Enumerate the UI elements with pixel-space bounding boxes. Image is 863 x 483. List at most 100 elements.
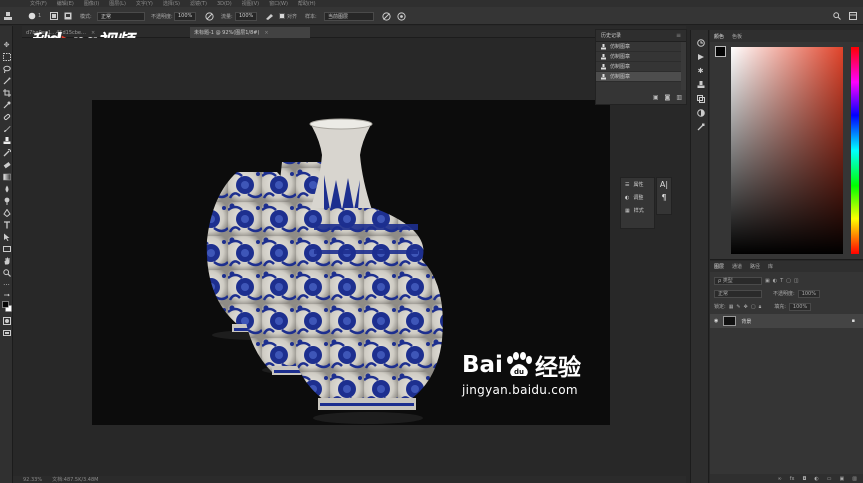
zoom-level[interactable]: 92.33% (23, 477, 42, 483)
rectangle-tool-icon[interactable] (2, 244, 11, 253)
magic-wand-tool-icon[interactable] (2, 76, 11, 85)
lock-pixels-icon[interactable]: ▦ (729, 304, 734, 310)
filter-adjust-icon[interactable]: ◐ (773, 278, 777, 284)
panel-menu-icon[interactable]: ≡ (676, 32, 681, 39)
close-icon[interactable]: × (264, 30, 268, 36)
hue-slider[interactable] (851, 47, 859, 254)
layer-row-background[interactable]: ◉ 背景 ▪ (710, 314, 863, 328)
history-scrollbar[interactable] (681, 42, 686, 90)
menu-item-7[interactable]: 3D(D) (217, 1, 232, 7)
eraser-tool-icon[interactable] (2, 160, 11, 169)
filter-type-icon[interactable]: T (780, 278, 783, 284)
more-tools-icon[interactable]: ··· (2, 280, 11, 289)
menu-item-6[interactable]: 滤镜(T) (190, 0, 207, 7)
menu-item-2[interactable]: 图像(I) (84, 0, 99, 7)
tab-layers-2[interactable]: 路径 (750, 263, 760, 270)
clone-source-icon[interactable] (64, 11, 72, 21)
mini-panel-item[interactable]: ▦ 样式 (621, 204, 654, 217)
adjustment-icon[interactable] (696, 108, 705, 117)
pressure-opacity-icon[interactable] (205, 11, 214, 21)
ignore-adjustment-icon[interactable] (382, 11, 391, 21)
hand-tool-icon[interactable] (2, 256, 11, 265)
marquee-tool-icon[interactable] (2, 52, 11, 61)
actions-icon[interactable] (696, 52, 705, 61)
workspace-icon[interactable] (849, 11, 857, 21)
blend-mode-select[interactable]: 正常 (714, 289, 762, 298)
opacity-field[interactable]: 100% (174, 11, 196, 21)
menu-item-3[interactable]: 图层(L) (109, 0, 126, 7)
airbrush-icon[interactable] (265, 11, 274, 21)
healing-brush-tool-icon[interactable] (2, 112, 11, 121)
layer-kind-filter[interactable]: ρ 类型 (714, 276, 762, 285)
history-item[interactable]: 仿制图章 (596, 72, 686, 82)
tab-color-1[interactable]: 色板 (732, 33, 742, 40)
delete-layer-icon[interactable]: ▥ (852, 476, 857, 482)
history-item[interactable]: 仿制图章 (596, 42, 686, 52)
brush-panel-icon[interactable] (50, 11, 58, 21)
gradient-tool-icon[interactable] (2, 172, 11, 181)
character-icon[interactable]: A| (657, 178, 671, 191)
brush-preset-picker[interactable]: 1 (28, 11, 41, 21)
blur-tool-icon[interactable] (2, 184, 11, 193)
link-layers-icon[interactable]: ∞ (778, 476, 782, 482)
type-tool-icon[interactable] (2, 220, 11, 229)
lock-position-icon[interactable]: ✥ (744, 304, 748, 310)
flow-field[interactable]: 100% (235, 11, 257, 21)
pen-tool-icon[interactable] (2, 208, 11, 217)
menu-item-8[interactable]: 视图(V) (242, 0, 259, 7)
swap-colors-icon[interactable] (2, 292, 11, 301)
filter-smart-icon[interactable]: ◫ (794, 278, 799, 284)
new-fill-layer-icon[interactable]: ◐ (814, 476, 818, 482)
move-tool-icon[interactable]: ✥ (2, 40, 11, 49)
trash-icon[interactable]: ▥ (676, 94, 682, 101)
visibility-eye-icon[interactable]: ◉ (714, 318, 718, 324)
color-picker-field[interactable] (731, 47, 843, 254)
history-brush-tool-icon[interactable] (2, 148, 11, 157)
dodge-tool-icon[interactable] (2, 196, 11, 205)
menu-item-4[interactable]: 文字(Y) (136, 0, 153, 7)
clone-source-panel-icon[interactable] (696, 80, 705, 89)
eyedropper-tool-icon[interactable] (2, 100, 11, 109)
history-item[interactable]: 仿制图章 (596, 62, 686, 72)
sample-select[interactable]: 当前图层 (324, 11, 374, 21)
fill-field[interactable]: 100% (788, 302, 811, 311)
menu-item-5[interactable]: 选择(S) (163, 0, 180, 7)
tab-layers-1[interactable]: 通道 (732, 263, 742, 270)
snapshot-camera-icon[interactable]: ◙ (665, 94, 671, 101)
quick-mask-icon[interactable] (2, 316, 11, 325)
pressure-size-icon[interactable] (397, 11, 406, 21)
menu-item-9[interactable]: 窗口(W) (269, 0, 288, 7)
layer-style-icon[interactable]: fx (790, 476, 795, 482)
path-selection-tool-icon[interactable] (2, 232, 11, 241)
mini-panel-item[interactable]: ◐ 调整 (621, 191, 654, 204)
mode-select[interactable]: 正常 (97, 11, 145, 21)
tab-document-2[interactable]: 未标题-1 @ 92%(图层1/8#) × (190, 27, 310, 38)
crop-tool-icon[interactable] (2, 88, 11, 97)
mini-panel-item[interactable]: ☰ 属性 (621, 178, 654, 191)
foreground-color-swatch[interactable] (2, 301, 12, 312)
align-checkbox[interactable]: 对齐 (279, 11, 297, 21)
filter-pixel-icon[interactable]: ▣ (765, 278, 770, 284)
foreground-color-chip[interactable] (715, 46, 726, 57)
history-icon[interactable] (696, 38, 705, 47)
zoom-tool-icon[interactable] (2, 268, 11, 277)
paragraph-icon[interactable]: ¶ (657, 191, 671, 204)
brush-tool-icon[interactable] (2, 124, 11, 133)
filter-shape-icon[interactable]: ▢ (786, 278, 791, 284)
document-canvas[interactable]: Bai du 经验 jingyan.baidu.com (92, 100, 610, 425)
menu-item-10[interactable]: 帮助(H) (298, 0, 316, 7)
screen-mode-icon[interactable] (2, 328, 11, 337)
lasso-tool-icon[interactable] (2, 64, 11, 73)
add-mask-icon[interactable]: ◘ (802, 476, 806, 482)
new-layer-icon[interactable]: ▣ (840, 476, 845, 482)
menu-item-1[interactable]: 编辑(E) (57, 0, 74, 7)
lock-all-icon[interactable]: 🔒︎ (759, 304, 762, 310)
stamp-tool-icon[interactable] (4, 11, 12, 21)
lock-artboard-icon[interactable]: ▢ (751, 304, 756, 310)
clone-stamp-tool-icon[interactable] (2, 136, 11, 145)
layer-opacity-field[interactable]: 100% (797, 289, 820, 298)
new-group-icon[interactable]: ▭ (827, 476, 832, 482)
brush-settings-icon[interactable]: ✱ (696, 66, 705, 75)
menu-item-0[interactable]: 文件(F) (30, 0, 47, 7)
lock-paint-icon[interactable]: ✎ (736, 304, 740, 310)
